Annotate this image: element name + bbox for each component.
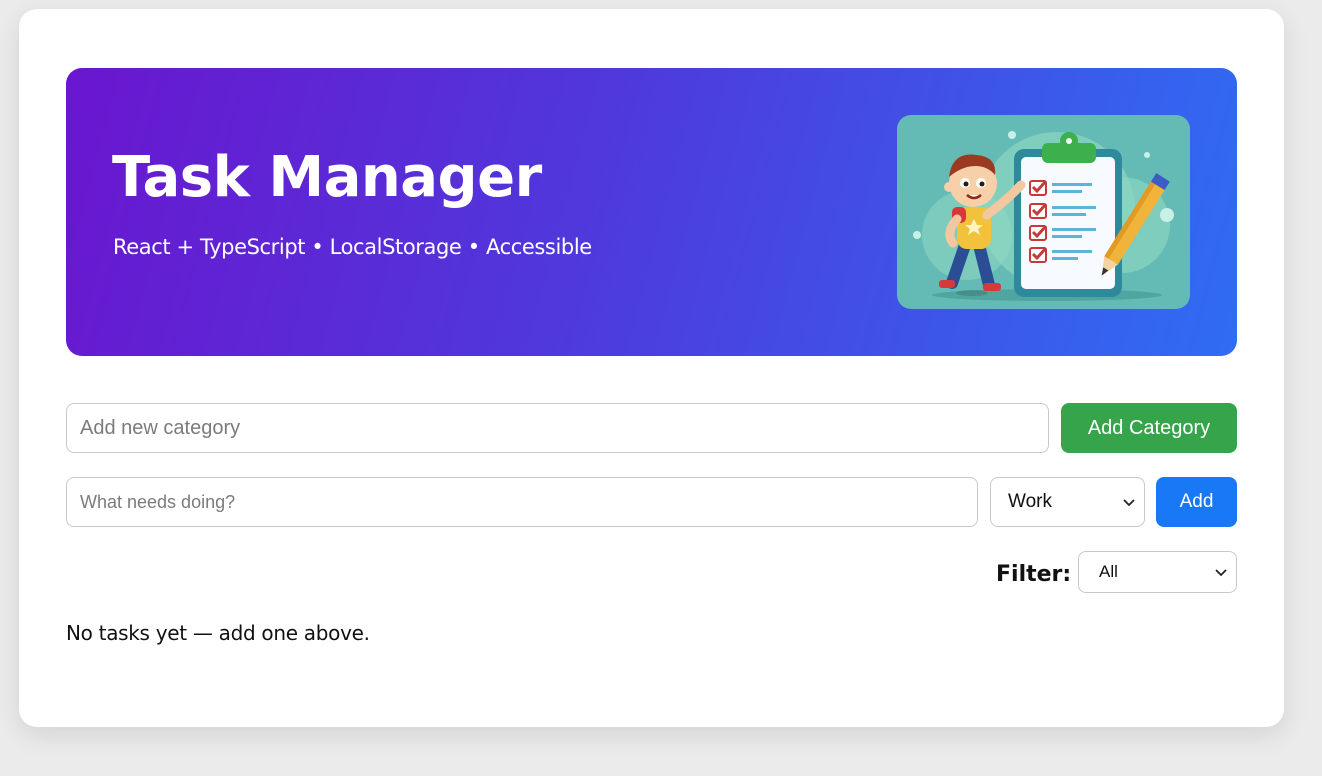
filter-label: Filter: <box>996 562 1072 587</box>
empty-state-message: No tasks yet — add one above. <box>66 621 370 645</box>
task-checklist-illustration <box>897 115 1190 309</box>
category-input[interactable] <box>66 403 1049 453</box>
add-category-button[interactable]: Add Category <box>1061 403 1237 453</box>
add-task-button-label: Add <box>1179 491 1214 512</box>
category-select[interactable]: Work <box>990 477 1145 527</box>
add-category-button-label: Add Category <box>1087 416 1211 439</box>
add-task-button[interactable]: Add <box>1156 477 1237 527</box>
app-card: Task Manager React + TypeScript • LocalS… <box>19 9 1284 727</box>
header-banner: Task Manager React + TypeScript • LocalS… <box>66 68 1237 356</box>
filter-select[interactable]: All <box>1078 551 1237 593</box>
task-input[interactable] <box>66 477 978 527</box>
filter-select-value: All <box>1099 562 1118 581</box>
chevron-down-icon <box>1215 569 1227 577</box>
page-title: Task Manager <box>112 145 542 210</box>
page-subtitle: React + TypeScript • LocalStorage • Acce… <box>113 235 592 259</box>
illustration-graphic <box>913 131 1174 301</box>
category-select-value: Work <box>1008 491 1052 512</box>
chevron-down-icon <box>1123 499 1135 507</box>
